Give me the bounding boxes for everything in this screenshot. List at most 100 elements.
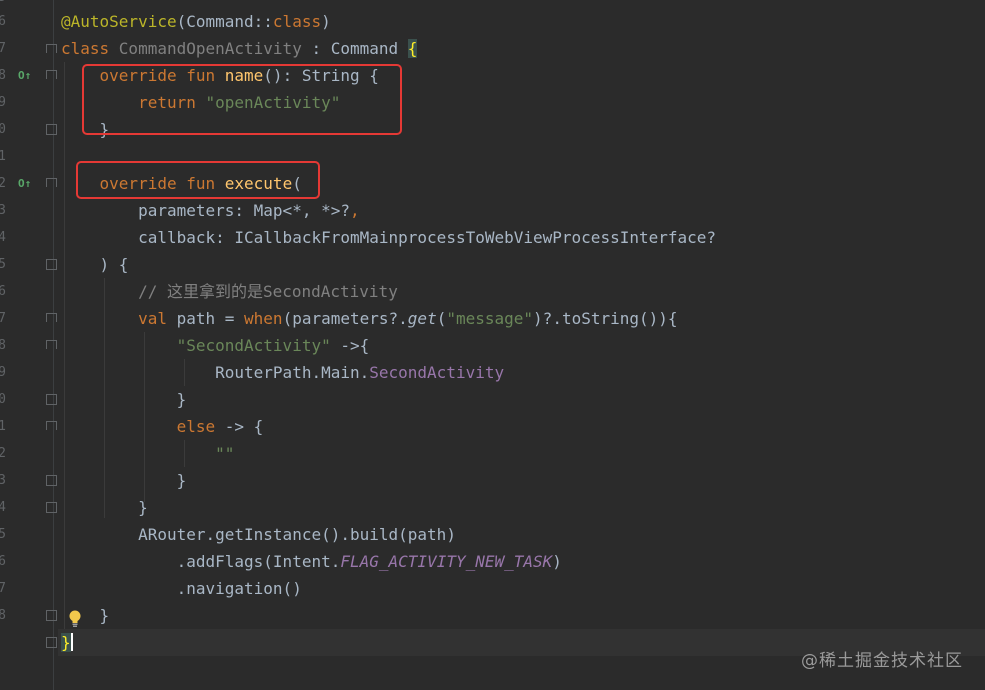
code-token: "message"	[446, 309, 534, 328]
line-number: 0	[0, 392, 6, 407]
line-number: 7	[0, 581, 6, 596]
code-token: // 这里拿到的是SecondActivity	[138, 282, 398, 301]
highlight-box-execute-function	[76, 161, 320, 199]
code-token: }	[61, 471, 187, 490]
code-token: else	[176, 417, 216, 436]
text-caret	[70, 633, 73, 651]
fold-icon[interactable]	[46, 178, 57, 187]
fold-icon[interactable]	[46, 421, 57, 430]
line-number: 9	[0, 95, 6, 110]
line-number: 5	[0, 527, 6, 542]
code-token: ) {	[61, 255, 129, 274]
code-line[interactable]: .navigation()	[61, 575, 302, 602]
code-token: )	[321, 12, 331, 31]
code-token: CommandOpenActivity	[118, 39, 302, 58]
code-token: ->{	[330, 336, 370, 355]
code-line[interactable]: }	[61, 494, 148, 521]
override-marker-icon[interactable]: O↑	[18, 178, 31, 190]
code-token: get	[407, 309, 437, 328]
line-number: 3	[0, 203, 6, 218]
code-line[interactable]: // 这里拿到的是SecondActivity	[61, 278, 398, 305]
override-marker-glyph: O↑	[18, 177, 32, 190]
line-number: 3	[0, 473, 6, 488]
line-number: 5	[0, 257, 6, 272]
code-token: @AutoService	[61, 12, 177, 31]
code-token: parameters: Map<*, *>?	[61, 201, 350, 220]
line-number: 4	[0, 500, 6, 515]
code-line[interactable]: val path = when(parameters?.get("message…	[61, 305, 677, 332]
fold-icon[interactable]	[46, 340, 57, 349]
code-token: ARouter.getInstance().build(path)	[61, 525, 456, 544]
code-line[interactable]: else -> {	[61, 413, 264, 440]
code-token: }	[61, 498, 148, 517]
lightbulb-icon[interactable]	[68, 610, 82, 628]
code-line[interactable]: ARouter.getInstance().build(path)	[61, 521, 456, 548]
line-number: 6	[0, 554, 6, 569]
fold-icon[interactable]	[46, 259, 57, 270]
fold-icon[interactable]	[46, 610, 57, 621]
code-line[interactable]: }	[61, 467, 187, 494]
line-number: 6	[0, 14, 6, 29]
code-line[interactable]: parameters: Map<*, *>?,	[61, 197, 360, 224]
line-number: 7	[0, 311, 6, 326]
fold-icon[interactable]	[46, 502, 57, 513]
code-token: (Command::	[176, 12, 273, 31]
line-number: 6	[0, 284, 6, 299]
fold-icon[interactable]	[46, 475, 57, 486]
code-line[interactable]: }	[61, 386, 187, 413]
line-number: 2	[0, 446, 6, 461]
code-token: FLAG_ACTIVITY_NEW_TASK	[340, 552, 553, 571]
code-token: class	[272, 12, 322, 31]
code-token: class	[61, 39, 119, 58]
code-token: {	[407, 39, 418, 58]
fold-icon[interactable]	[46, 44, 57, 53]
code-line[interactable]: "SecondActivity" ->{	[61, 332, 370, 359]
line-number: 2	[0, 176, 6, 191]
line-number: 1	[0, 419, 6, 434]
code-token: path =	[176, 309, 245, 328]
code-line[interactable]: .addFlags(Intent.FLAG_ACTIVITY_NEW_TASK)	[61, 548, 562, 575]
code-token: RouterPath.Main.	[61, 363, 370, 382]
code-token: .addFlags(Intent.	[61, 552, 341, 571]
code-line[interactable]: RouterPath.Main.SecondActivity	[61, 359, 504, 386]
line-number: 0	[0, 122, 6, 137]
code-line[interactable]: @AutoService(Command::class)	[61, 8, 331, 35]
code-editor[interactable]: 5 6 7 8 9 0 1 2 3 4 5 6 7 8 9 0 1 2 3 4 …	[0, 0, 985, 690]
code-token: callback: ICallbackFromMainprocessToWebV…	[61, 228, 717, 247]
code-token: when	[244, 309, 283, 328]
highlight-box-name-function	[82, 64, 402, 135]
line-number: 8	[0, 608, 6, 623]
code-line[interactable]: class CommandOpenActivity : Command {	[61, 35, 418, 62]
code-token: }	[61, 390, 187, 409]
code-token: : Command	[301, 39, 408, 58]
code-line[interactable]: ""	[61, 440, 234, 467]
code-line[interactable]: callback: ICallbackFromMainprocessToWebV…	[61, 224, 716, 251]
watermark: @稀土掘金技术社区	[801, 651, 963, 671]
fold-icon[interactable]	[46, 70, 57, 79]
override-marker-glyph: O↑	[18, 69, 32, 82]
line-number: 9	[0, 365, 6, 380]
code-token: (	[436, 309, 447, 328]
fold-icon[interactable]	[46, 124, 57, 135]
code-line[interactable]: ) {	[61, 251, 129, 278]
code-token: )	[552, 552, 562, 571]
code-token: "SecondActivity"	[176, 336, 331, 355]
line-number: 1	[0, 149, 6, 164]
line-number: 8	[0, 338, 6, 353]
line-number: 4	[0, 230, 6, 245]
code-token: SecondActivity	[369, 363, 505, 382]
code-token: ""	[215, 444, 235, 463]
code-token: }	[61, 633, 71, 652]
code-token: ,	[349, 201, 360, 220]
override-marker-icon[interactable]: O↑	[18, 70, 31, 82]
fold-icon[interactable]	[46, 394, 57, 405]
code-token: (parameters?.	[282, 309, 408, 328]
line-number: 7	[0, 41, 6, 56]
code-token: val	[138, 309, 177, 328]
fold-icon[interactable]	[46, 637, 57, 648]
fold-icon[interactable]	[46, 313, 57, 322]
line-number: 8	[0, 68, 6, 83]
